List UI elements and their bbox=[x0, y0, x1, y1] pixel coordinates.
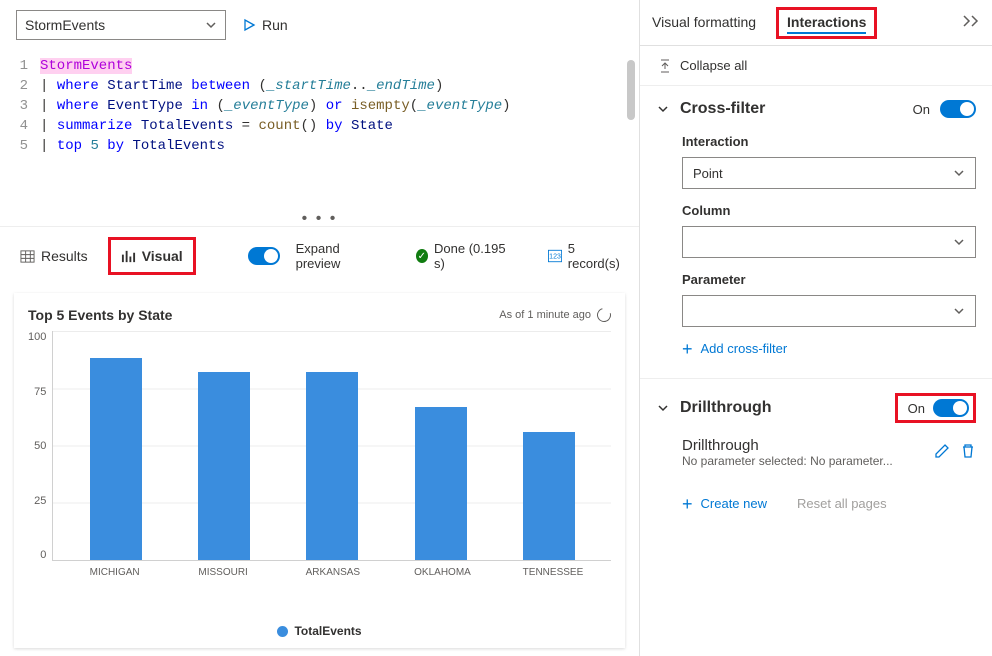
datasource-select[interactable]: StormEvents bbox=[16, 10, 226, 40]
add-crossfilter-button[interactable]: + Add cross-filter bbox=[682, 335, 976, 362]
record-count: 123 5 record(s) bbox=[548, 241, 623, 271]
chevron-down-icon bbox=[205, 19, 217, 31]
reset-all-pages-button[interactable]: Reset all pages bbox=[797, 490, 887, 517]
status-text: Done (0.195 s) bbox=[434, 241, 510, 271]
bar[interactable] bbox=[415, 407, 467, 560]
interaction-label: Interaction bbox=[682, 134, 976, 149]
delete-drillthrough-button[interactable] bbox=[960, 443, 976, 462]
interactions-tab-highlight: Interactions bbox=[776, 7, 877, 39]
table-icon bbox=[20, 249, 35, 264]
drillthrough-toggle[interactable] bbox=[933, 399, 969, 417]
reset-all-label: Reset all pages bbox=[797, 496, 887, 511]
code-area[interactable]: StormEvents | where StartTime between (_… bbox=[40, 56, 639, 204]
query-editor[interactable]: 12345 StormEvents | where StartTime betw… bbox=[0, 50, 639, 210]
chart-card: Top 5 Events by State As of 1 minute ago… bbox=[14, 293, 625, 648]
tab-interactions[interactable]: Interactions bbox=[787, 12, 866, 34]
interaction-value: Point bbox=[693, 166, 723, 181]
collapse-all-button[interactable]: Collapse all bbox=[640, 46, 992, 85]
chevron-down-icon bbox=[953, 167, 965, 179]
create-new-button[interactable]: + Create new bbox=[682, 490, 767, 517]
chevron-down-icon bbox=[657, 103, 669, 115]
chevron-down-icon bbox=[953, 236, 965, 248]
visual-tab-label: Visual bbox=[142, 248, 183, 264]
x-tick-label: OKLAHOMA bbox=[414, 567, 466, 578]
chart-timestamp: As of 1 minute ago bbox=[499, 309, 591, 321]
plus-icon: + bbox=[682, 497, 693, 511]
tab-visual-formatting[interactable]: Visual formatting bbox=[652, 4, 756, 42]
chart-icon bbox=[121, 249, 136, 264]
run-button[interactable]: Run bbox=[242, 17, 288, 33]
crossfilter-chevron[interactable] bbox=[656, 102, 670, 116]
interaction-select[interactable]: Point bbox=[682, 157, 976, 189]
create-new-label: Create new bbox=[701, 496, 767, 511]
pencil-icon bbox=[934, 443, 950, 459]
parameter-label: Parameter bbox=[682, 272, 976, 287]
results-tab[interactable]: Results bbox=[16, 242, 92, 270]
chevron-double-right-icon bbox=[962, 14, 980, 28]
chart-legend: TotalEvents bbox=[28, 624, 611, 638]
x-tick-label: TENNESSEE bbox=[523, 567, 575, 578]
check-icon: ✓ bbox=[416, 249, 428, 263]
svg-text:123: 123 bbox=[549, 254, 561, 261]
column-select[interactable] bbox=[682, 226, 976, 258]
drillthrough-chevron[interactable] bbox=[656, 401, 670, 415]
chart-title: Top 5 Events by State bbox=[28, 307, 172, 323]
expand-preview-label: Expand preview bbox=[296, 241, 378, 271]
drillthrough-toggle-highlight: On bbox=[895, 393, 976, 423]
collapse-all-label: Collapse all bbox=[680, 58, 747, 73]
x-tick-label: MICHIGAN bbox=[89, 567, 141, 578]
y-axis: 1007550250 bbox=[28, 331, 52, 561]
parameter-select[interactable] bbox=[682, 295, 976, 327]
results-tab-label: Results bbox=[41, 248, 88, 264]
expand-panel-button[interactable] bbox=[962, 14, 980, 31]
drillthrough-item-name: Drillthrough bbox=[682, 437, 924, 454]
edit-drillthrough-button[interactable] bbox=[934, 443, 950, 462]
legend-label: TotalEvents bbox=[294, 624, 361, 638]
visual-tab[interactable]: Visual bbox=[117, 242, 187, 270]
records-text: 5 record(s) bbox=[568, 241, 623, 271]
run-label: Run bbox=[262, 17, 288, 33]
datasource-value: StormEvents bbox=[25, 17, 105, 33]
records-icon: 123 bbox=[548, 249, 562, 263]
chart-plot[interactable] bbox=[52, 331, 611, 561]
x-tick-label: ARKANSAS bbox=[306, 567, 358, 578]
plus-icon: + bbox=[682, 342, 693, 356]
drillthrough-title: Drillthrough bbox=[680, 399, 885, 417]
bar[interactable] bbox=[198, 372, 250, 560]
play-icon bbox=[242, 18, 256, 32]
x-tick-label: MISSOURI bbox=[197, 567, 249, 578]
crossfilter-title: Cross-filter bbox=[680, 100, 903, 118]
drillthrough-item-sub: No parameter selected: No parameter... bbox=[682, 454, 924, 468]
trash-icon bbox=[960, 443, 976, 459]
refresh-icon[interactable] bbox=[594, 305, 613, 324]
bar[interactable] bbox=[90, 358, 142, 560]
legend-swatch bbox=[277, 626, 288, 637]
drillthrough-item: Drillthrough No parameter selected: No p… bbox=[682, 433, 976, 472]
bar[interactable] bbox=[523, 432, 575, 560]
bar[interactable] bbox=[306, 372, 358, 560]
crossfilter-toggle[interactable] bbox=[940, 100, 976, 118]
crossfilter-state: On bbox=[913, 102, 930, 117]
chevron-down-icon bbox=[953, 305, 965, 317]
expand-preview-toggle[interactable] bbox=[248, 247, 280, 265]
chevron-down-icon bbox=[657, 402, 669, 414]
scrollbar[interactable] bbox=[627, 60, 635, 120]
add-crossfilter-label: Add cross-filter bbox=[701, 341, 788, 356]
visual-tab-highlight: Visual bbox=[108, 237, 196, 275]
column-label: Column bbox=[682, 203, 976, 218]
resize-handle[interactable]: • • • bbox=[0, 210, 639, 226]
line-gutter: 12345 bbox=[10, 56, 40, 204]
collapse-icon bbox=[658, 59, 672, 73]
x-axis: MICHIGAN MISSOURI ARKANSAS OKLAHOMA TENNESSE… bbox=[52, 561, 611, 578]
drillthrough-state: On bbox=[908, 401, 925, 416]
query-status: ✓ Done (0.195 s) bbox=[416, 241, 510, 271]
